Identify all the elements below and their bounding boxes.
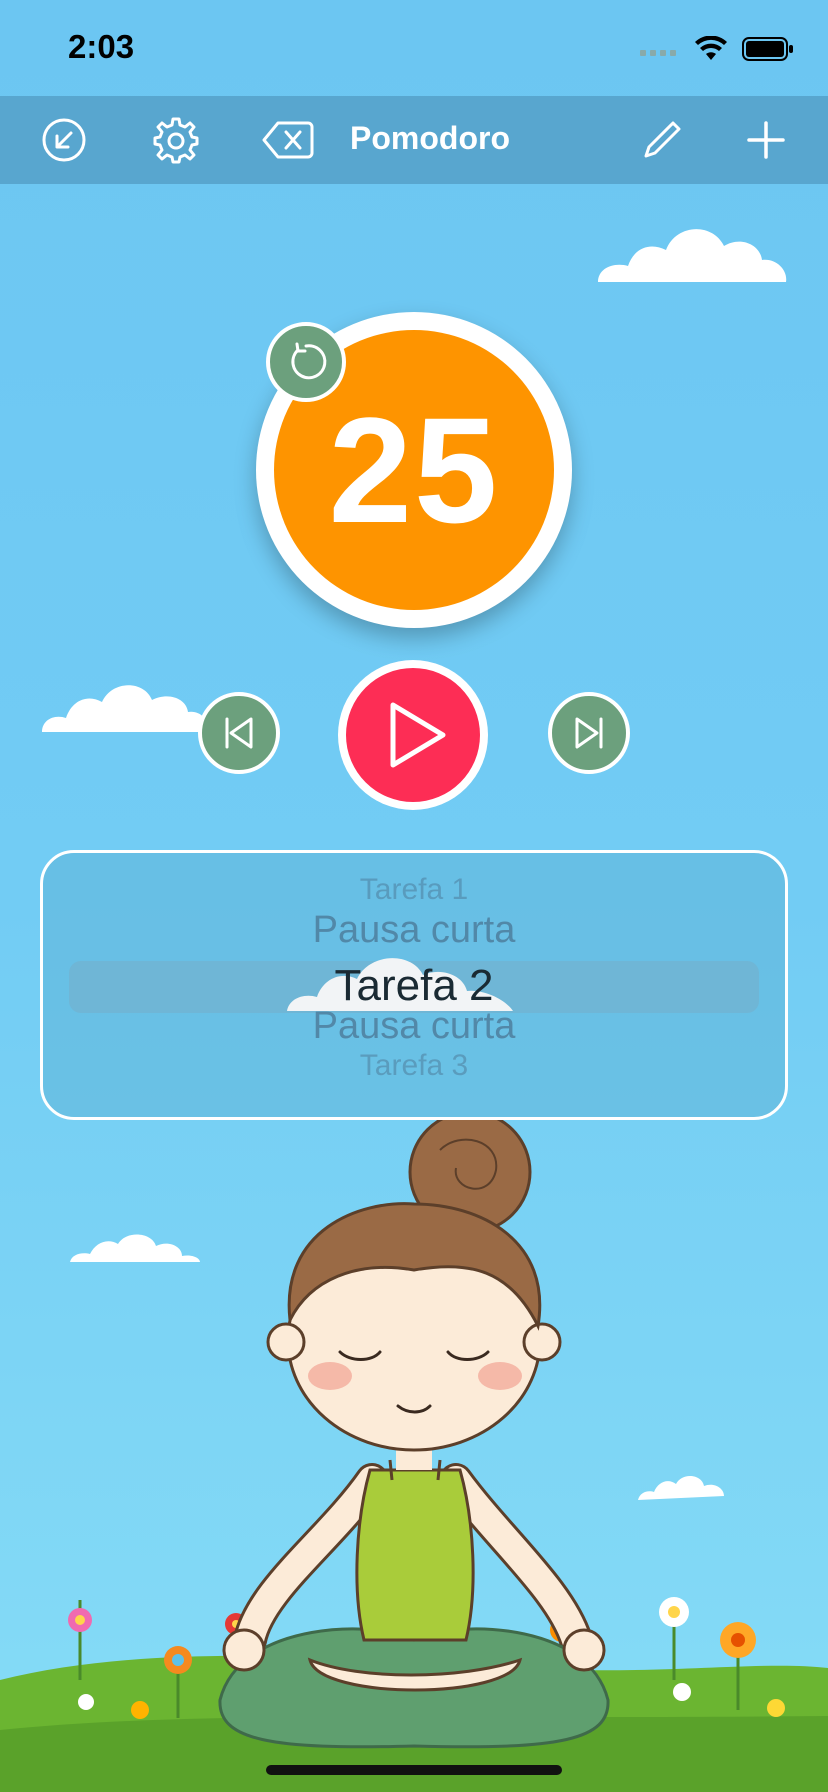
- edit-button[interactable]: [632, 110, 692, 170]
- page-title: Pomodoro: [350, 120, 510, 156]
- add-button[interactable]: [736, 110, 796, 170]
- play-button[interactable]: [338, 660, 488, 810]
- cloud-decoration: [42, 685, 209, 732]
- status-time: 2:03: [68, 28, 135, 65]
- play-icon: [390, 702, 446, 768]
- picker-item-selected[interactable]: Tarefa 2: [43, 961, 785, 1011]
- skip-forward-icon: [575, 717, 603, 749]
- picker-item[interactable]: Tarefa 1: [43, 873, 785, 907]
- meditating-girl-illustration: [0, 1120, 828, 1792]
- reset-icon: [291, 342, 327, 380]
- gear-icon: [153, 117, 199, 164]
- home-indicator[interactable]: [266, 1765, 562, 1775]
- wifi-icon: [695, 36, 727, 60]
- next-button[interactable]: [548, 692, 630, 774]
- pencil-icon: [644, 121, 681, 158]
- toolbar: Pomodoro: [0, 96, 828, 184]
- play-button-face: [346, 668, 480, 802]
- collapse-icon: [42, 118, 86, 162]
- previous-button[interactable]: [198, 692, 280, 774]
- delete-button[interactable]: [258, 110, 318, 170]
- timer-minutes: 25: [328, 385, 500, 554]
- delete-icon: [262, 121, 314, 159]
- cloud-decoration: [598, 229, 787, 282]
- skip-back-icon: [225, 717, 253, 749]
- settings-button[interactable]: [146, 110, 206, 170]
- cellular-signal-icon: [640, 50, 676, 56]
- picker-item[interactable]: Pausa curta: [43, 909, 785, 952]
- task-picker[interactable]: Tarefa 1 Pausa curta Tarefa 2 Pausa curt…: [40, 850, 788, 1120]
- battery-icon: [742, 37, 793, 61]
- reset-button[interactable]: [266, 322, 346, 402]
- plus-icon: [747, 121, 785, 159]
- status-indicators: [640, 34, 794, 64]
- picker-item[interactable]: Pausa curta: [43, 1005, 785, 1048]
- picker-item[interactable]: Tarefa 3: [43, 1049, 785, 1083]
- status-bar: 2:03: [0, 0, 828, 96]
- minimize-button[interactable]: [34, 110, 94, 170]
